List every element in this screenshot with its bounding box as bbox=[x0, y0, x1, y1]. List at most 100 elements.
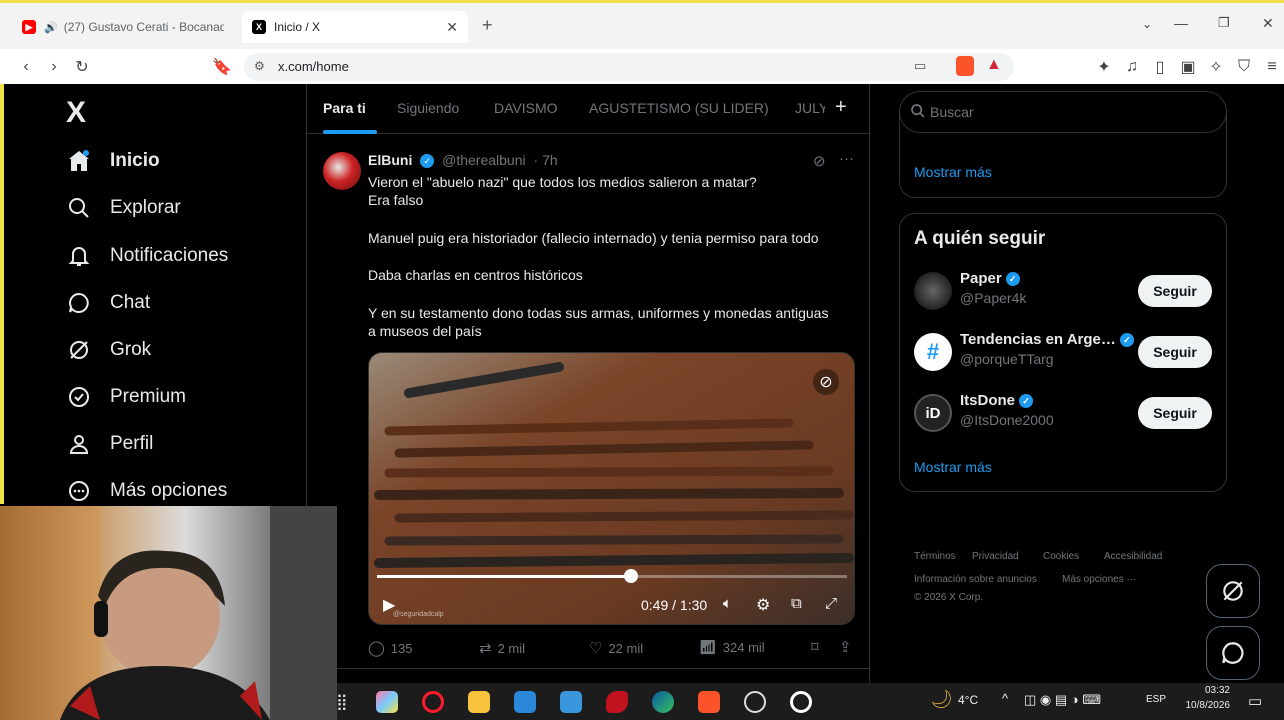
obs-icon[interactable] bbox=[744, 691, 766, 713]
sidebar-item-mas-opciones[interactable]: Más opciones bbox=[66, 476, 227, 506]
sidebar-item-chat[interactable]: Chat bbox=[66, 288, 150, 318]
footer-link[interactable]: Privacidad bbox=[972, 551, 1019, 562]
fullscreen-icon[interactable]: ⤢ bbox=[825, 595, 837, 612]
grok-video-icon[interactable]: ⊘ bbox=[813, 369, 839, 395]
minimize-icon[interactable]: — bbox=[1174, 15, 1188, 31]
avatar[interactable] bbox=[914, 272, 952, 310]
menu-icon[interactable]: ≡ bbox=[1262, 57, 1282, 77]
like-button[interactable]: ♡ 22 mil bbox=[589, 639, 643, 657]
grok-explain-icon[interactable]: ⊘ bbox=[813, 152, 826, 170]
sidebar-item-notificaciones[interactable]: Notificaciones bbox=[66, 241, 228, 271]
weather-temp[interactable]: 4°C bbox=[958, 693, 978, 707]
more-options-icon[interactable]: ··· bbox=[839, 150, 854, 167]
bookmark-icon[interactable]: ⌑ bbox=[811, 638, 819, 656]
sidebar-item-inicio[interactable]: Inicio bbox=[66, 146, 160, 176]
follow-button[interactable]: Seguir bbox=[1138, 275, 1212, 307]
repost-button[interactable]: ⇄ 2 mil bbox=[479, 639, 525, 657]
notifications-icon[interactable]: ▭ bbox=[1248, 692, 1262, 710]
copilot-icon[interactable] bbox=[376, 691, 398, 713]
x-logo[interactable]: X bbox=[66, 96, 86, 130]
footer-link[interactable]: Accesibilidad bbox=[1104, 551, 1162, 562]
back-icon[interactable]: ‹ bbox=[16, 57, 36, 77]
chevron-up-icon[interactable]: ^ bbox=[1002, 691, 1008, 706]
opera-icon[interactable] bbox=[422, 691, 444, 713]
video-scrubber-handle[interactable] bbox=[623, 569, 638, 583]
windows-taskbar: ⣿ 🌙︎ 4°C ^ ◫ ◉ ▤ ◑ ⌨ ESP 03:32 10/8/2026… bbox=[336, 683, 1284, 720]
cast-icon[interactable]: ▭ bbox=[914, 58, 926, 74]
file-explorer-icon[interactable] bbox=[468, 691, 490, 713]
reply-button[interactable]: ◯ 135 bbox=[368, 639, 413, 657]
bookmark-icon[interactable]: 🔖 bbox=[212, 57, 232, 77]
footer-link[interactable]: Más opciones ··· bbox=[1062, 574, 1136, 585]
sidebar-icon[interactable]: ▯ bbox=[1150, 57, 1170, 77]
add-tab-button[interactable]: + bbox=[835, 96, 847, 119]
messages-float-button[interactable] bbox=[1206, 626, 1260, 680]
tab-list-icon[interactable]: ⌄ bbox=[1142, 17, 1152, 31]
tab-agustetismo[interactable]: AGUSTETISMO (SU LIDER) bbox=[589, 100, 769, 116]
music-icon[interactable]: ♫ bbox=[1122, 57, 1142, 77]
tab-davismo[interactable]: DAVISMO bbox=[494, 100, 558, 116]
restore-icon[interactable]: ❐ bbox=[1218, 15, 1230, 31]
new-tab-button[interactable]: + bbox=[482, 15, 493, 36]
share-icon[interactable]: ⇪ bbox=[839, 638, 852, 656]
site-info-icon[interactable]: ⚙ bbox=[254, 59, 265, 73]
footer-link[interactable]: Información sobre anuncios bbox=[914, 574, 1037, 585]
avatar[interactable] bbox=[323, 152, 361, 190]
follow-button[interactable]: Seguir bbox=[1138, 336, 1212, 368]
footer-link[interactable]: Cookies bbox=[1043, 551, 1079, 562]
extensions-icon[interactable]: ✦ bbox=[1094, 57, 1114, 77]
leo-icon[interactable]: ✧ bbox=[1206, 57, 1226, 77]
address-bar[interactable]: ⚙ x.com/home ▭ ▲ bbox=[244, 53, 1014, 81]
brave-shield-icon[interactable] bbox=[956, 56, 974, 76]
brave-rewards-icon[interactable]: ▲ bbox=[986, 56, 1002, 74]
reload-icon[interactable]: ↻ bbox=[72, 57, 92, 77]
sidebar-item-grok[interactable]: Grok bbox=[66, 335, 151, 365]
sidebar-item-premium[interactable]: Premium bbox=[66, 382, 186, 412]
volume-icon[interactable]: 🔈︎ bbox=[723, 595, 732, 612]
follow-button[interactable]: Seguir bbox=[1138, 397, 1212, 429]
pip-icon[interactable]: ⧉ bbox=[791, 595, 802, 612]
clock-time[interactable]: 03:32 bbox=[1186, 685, 1230, 696]
clock-date[interactable]: 10/8/2026 bbox=[1174, 700, 1231, 711]
grok-float-button[interactable] bbox=[1206, 564, 1260, 618]
app-icon[interactable] bbox=[606, 691, 628, 713]
forward-icon[interactable]: › bbox=[44, 57, 64, 77]
follow-name[interactable]: ItsDone ✓ bbox=[960, 392, 1034, 409]
tweet-handle[interactable]: @therealbuni bbox=[442, 152, 526, 168]
tweet-video[interactable]: ⊘ ▶ @seguridadcalp 0:49 / 1:30 🔈︎ ⚙ ⧉ ⤢ bbox=[368, 352, 855, 625]
sidebar-item-explorar[interactable]: Explorar bbox=[66, 193, 181, 223]
tweet-text-line: a museos del país bbox=[368, 323, 482, 339]
sidebar-item-label: Notificaciones bbox=[110, 245, 229, 266]
widgets-icon[interactable]: ⣿ bbox=[336, 692, 348, 712]
tweet-time[interactable]: · 7h bbox=[534, 152, 558, 168]
sidebar-item-perfil[interactable]: Perfil bbox=[66, 429, 153, 459]
language-indicator[interactable]: ESP bbox=[1146, 694, 1166, 705]
brave-icon[interactable] bbox=[698, 691, 720, 713]
tweet-author[interactable]: ElBuni bbox=[368, 152, 412, 168]
close-tab-icon[interactable]: ✕ bbox=[446, 19, 458, 36]
app-icon[interactable] bbox=[790, 691, 812, 713]
tab-july[interactable]: JULY bbox=[795, 100, 825, 116]
show-more-link[interactable]: Mostrar más bbox=[914, 164, 992, 180]
follow-name[interactable]: Tendencias en Arge… ✓ bbox=[960, 331, 1134, 348]
itsdone-logo-icon[interactable]: iD bbox=[914, 394, 952, 432]
wallet-icon[interactable]: ▣ bbox=[1178, 57, 1198, 77]
tray-icons[interactable]: ◫ ◉ ▤ ◑ ⌨ bbox=[1024, 692, 1101, 708]
video-progress-track[interactable] bbox=[377, 575, 847, 578]
vpn-icon[interactable]: ⛉ bbox=[1234, 57, 1254, 77]
views-button[interactable]: 📶︎ 324 mil bbox=[699, 639, 765, 656]
hashtag-icon[interactable]: # bbox=[914, 333, 952, 371]
follow-name[interactable]: Paper ✓ bbox=[960, 270, 1020, 287]
edge-icon[interactable] bbox=[652, 691, 674, 713]
tab-youtube[interactable]: ▶ 🔊 (27) Gustavo Cerati - Bocanada ( bbox=[12, 11, 240, 43]
footer-link[interactable]: Términos bbox=[914, 551, 956, 562]
toolbar: ‹ › ↻ 🔖 ⚙ x.com/home ▭ ▲ ✦ ♫ ▯ ▣ ✧ ⛉ ≡ bbox=[0, 49, 1284, 85]
settings-icon[interactable]: ⚙ bbox=[756, 595, 770, 615]
show-more-link[interactable]: Mostrar más bbox=[914, 459, 992, 475]
tab-siguiendo[interactable]: Siguiendo bbox=[397, 100, 459, 116]
tab-x-home[interactable]: X Inicio / X ✕ bbox=[242, 11, 468, 43]
mail-icon[interactable] bbox=[514, 691, 536, 713]
store-icon[interactable] bbox=[560, 691, 582, 713]
tab-para-ti[interactable]: Para ti bbox=[323, 100, 366, 116]
close-window-icon[interactable]: ✕ bbox=[1262, 15, 1274, 32]
